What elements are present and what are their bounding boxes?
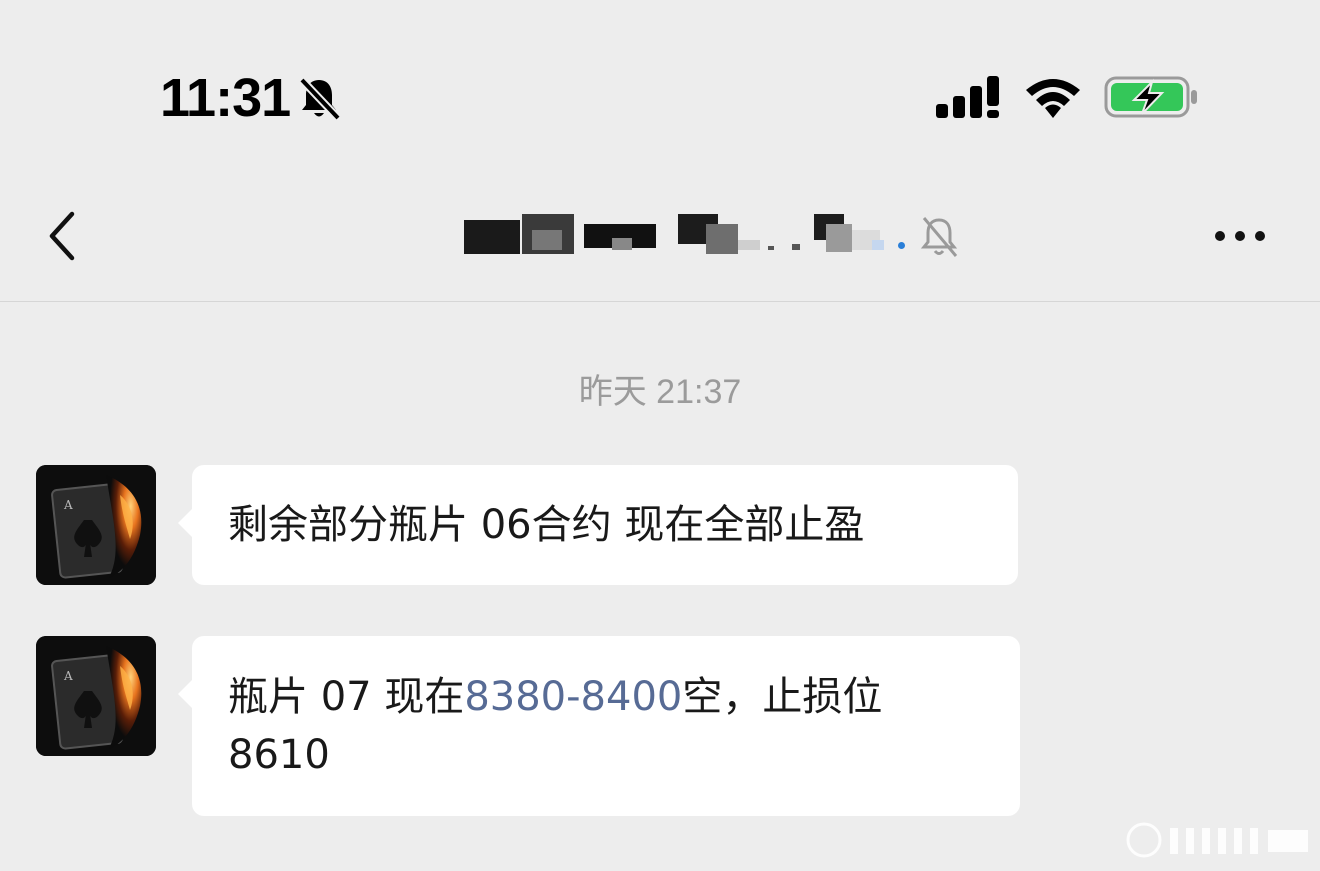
message-bubble[interactable]: 剩余部分瓶片 06合约 现在全部止盈 (178, 465, 1018, 585)
back-button[interactable] (40, 206, 88, 266)
message-line: 瓶片 07 现在8380-8400空，止损位 (228, 668, 984, 726)
redaction-block (738, 240, 760, 250)
message-text: 8610 (228, 732, 330, 778)
redaction-block (532, 230, 562, 250)
bell-slash-icon (920, 217, 958, 257)
redaction-block (706, 224, 738, 254)
chat-title-redacted (460, 210, 910, 262)
sender-avatar[interactable]: A (36, 465, 156, 585)
sender-avatar[interactable]: A (36, 636, 156, 756)
chat-nav-bar (0, 170, 1320, 302)
redaction-block (826, 224, 852, 252)
message-text: 空，止损位 (682, 674, 883, 720)
cellular-signal-icon (936, 76, 999, 118)
message-text: 剩余部分瓶片 06合约 现在全部止盈 (228, 502, 865, 548)
wifi-icon (1026, 79, 1080, 118)
status-time: 11:31 (160, 68, 291, 128)
message-line: 8610 (228, 726, 984, 784)
svg-text:A: A (63, 669, 73, 683)
redaction-block (612, 238, 632, 250)
battery-charging-icon (1104, 76, 1197, 118)
svg-text:A: A (63, 498, 73, 512)
more-dots-icon[interactable] (1208, 214, 1272, 258)
avatar-image: A (36, 465, 156, 585)
status-bar: 11:31 (0, 0, 1320, 170)
redaction-block (872, 240, 884, 250)
price-range-link[interactable]: 8380-8400 (464, 674, 682, 720)
redaction-block (464, 220, 520, 254)
message-timestamp: 昨天 21:37 (578, 373, 742, 411)
redaction-block (768, 246, 774, 250)
redaction-block (792, 244, 800, 250)
message-text: 瓶片 07 现在 (228, 674, 465, 720)
redaction-block (898, 242, 905, 249)
avatar-image: A (36, 636, 156, 756)
watermark-logo (1126, 822, 1308, 858)
message-bubble[interactable]: 瓶片 07 现在8380-8400空，止损位 8610 (178, 636, 1020, 816)
bell-slash-icon (299, 77, 341, 121)
